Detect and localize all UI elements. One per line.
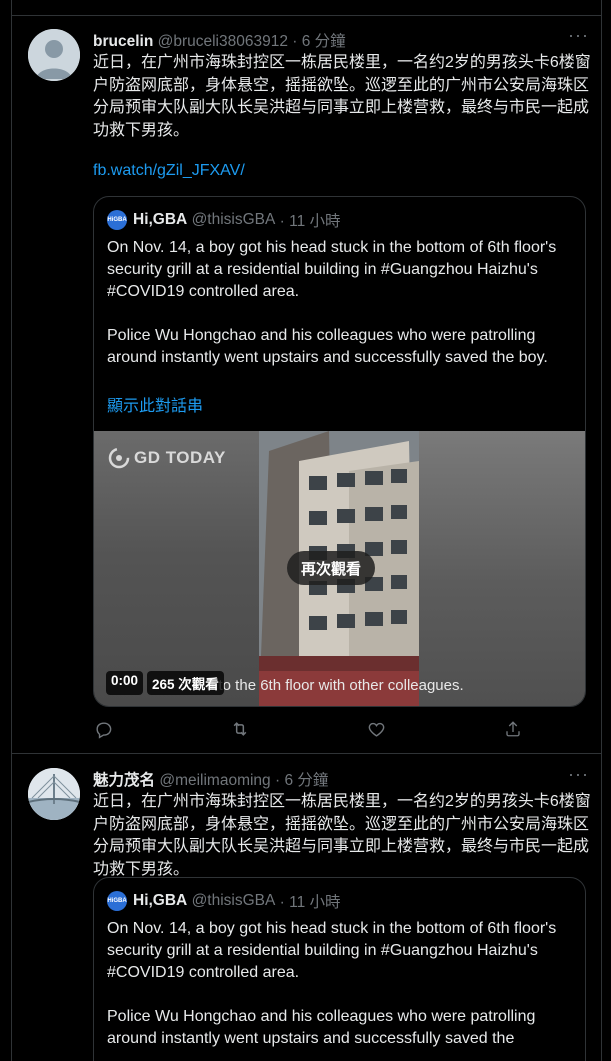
quote-avatar[interactable]: HiGBA — [107, 210, 127, 230]
gd-today-watermark: GD TODAY — [108, 447, 226, 469]
quote-text: On Nov. 14, a boy got his head stuck in … — [107, 237, 577, 391]
bridge-avatar-image — [28, 768, 80, 820]
default-avatar-icon — [28, 29, 80, 81]
retweet-icon — [233, 722, 247, 736]
display-name[interactable]: brucelin — [93, 33, 153, 50]
share-button[interactable] — [503, 719, 523, 739]
avatar[interactable] — [28, 29, 80, 81]
quote-display-name[interactable]: Hi,GBA — [133, 892, 187, 910]
avatar[interactable] — [28, 768, 80, 820]
video-blur-right — [419, 431, 585, 706]
timeline-column: brucelin @bruceli38063912 · 6 分鐘 ··· 近日，… — [11, 0, 602, 1061]
quote-paragraph: Police Wu Hongchao and his colleagues wh… — [107, 327, 548, 366]
video-views-badge: 265 次觀看 — [147, 671, 224, 695]
user-handle[interactable]: @meilimaoming — [159, 772, 270, 789]
tweet-text: 近日，在广州市海珠封控区一栋居民楼里，一名约2岁的男孩头卡6楼窗户防盗网底部，身… — [93, 793, 591, 878]
tweet[interactable]: 魅力茂名 @meilimaoming · 6 分鐘 ··· 近日，在广州市海珠封… — [12, 755, 601, 1061]
like-button[interactable] — [366, 719, 386, 739]
tweet-header: 魅力茂名 @meilimaoming · 6 分鐘 — [93, 768, 328, 790]
quote-header: HiGBA Hi,GBA @thisisGBA · 11 小時 — [107, 209, 341, 231]
quote-paragraph: On Nov. 14, a boy got his head stuck in … — [107, 920, 557, 981]
quoted-tweet[interactable]: HiGBA Hi,GBA @thisisGBA · 11 小時 On Nov. … — [93, 877, 586, 1061]
show-thread-link[interactable]: 顯示此對話串 — [107, 392, 203, 416]
quote-timestamp[interactable]: · 11 小時 — [280, 209, 341, 231]
video-caption: d to the 6th floor with other colleagues… — [206, 677, 464, 694]
watermark-text: GD TODAY — [134, 448, 226, 467]
video-blur-left — [94, 431, 259, 706]
video-time-badge: 0:00 — [106, 671, 144, 695]
heart-icon — [368, 722, 385, 737]
timestamp[interactable]: · 6 分鐘 — [292, 33, 345, 50]
display-name[interactable]: 魅力茂名 — [93, 772, 155, 789]
quote-paragraph: On Nov. 14, a boy got his head stuck in … — [107, 239, 557, 300]
video-player[interactable]: GD TODAY 再次觀看 d to the 6th floor with ot… — [94, 431, 585, 706]
gd-logo-icon — [108, 447, 130, 469]
more-options-icon[interactable]: ··· — [568, 26, 589, 44]
quote-header: HiGBA Hi,GBA @thisisGBA · 11 小時 — [107, 890, 341, 912]
tweet[interactable]: brucelin @bruceli38063912 · 6 分鐘 ··· 近日，… — [12, 15, 601, 754]
quote-text: On Nov. 14, a boy got his head stuck in … — [107, 918, 577, 1061]
quoted-tweet[interactable]: HiGBA Hi,GBA @thisisGBA · 11 小時 On Nov. … — [93, 196, 586, 707]
quote-handle[interactable]: @thisisGBA — [192, 211, 276, 229]
timestamp[interactable]: · 6 分鐘 — [275, 772, 328, 789]
video-badges: 0:00 265 次觀看 — [106, 671, 224, 695]
tweet-text: 近日，在广州市海珠封控区一栋居民楼里，一名约2岁的男孩头卡6楼窗户防盗网底部，身… — [93, 54, 591, 139]
retweet-button[interactable] — [230, 719, 250, 739]
quote-avatar[interactable]: HiGBA — [107, 891, 127, 911]
quote-display-name[interactable]: Hi,GBA — [133, 211, 187, 229]
user-handle[interactable]: @bruceli38063912 — [158, 33, 288, 50]
tweet-header: brucelin @bruceli38063912 · 6 分鐘 — [93, 29, 346, 51]
more-options-icon[interactable]: ··· — [568, 765, 589, 783]
quote-timestamp[interactable]: · 11 小時 — [280, 890, 341, 912]
share-icon — [506, 721, 520, 737]
tweet-actions — [93, 719, 523, 739]
quote-handle[interactable]: @thisisGBA — [192, 892, 276, 910]
tweet-link[interactable]: fb.watch/gZil_JFXAV/ — [93, 162, 245, 180]
replay-button[interactable]: 再次觀看 — [287, 551, 375, 585]
quote-paragraph: Police Wu Hongchao and his colleagues wh… — [107, 1008, 536, 1047]
reply-button[interactable] — [93, 719, 113, 739]
reply-icon — [95, 721, 111, 739]
